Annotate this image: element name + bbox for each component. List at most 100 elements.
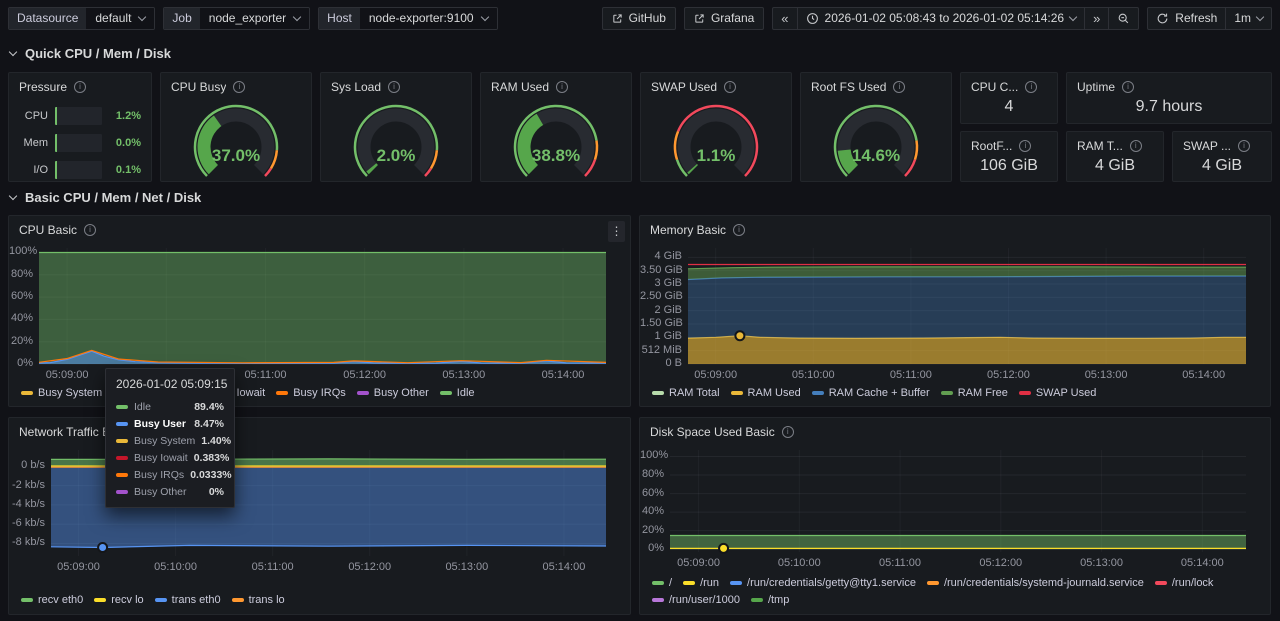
panel-disk-space-used-basic: Disk Space Used Basic 0%20%40%60%80%100%… (639, 417, 1271, 615)
legend-item[interactable]: Busy Other (357, 387, 429, 399)
legend-item[interactable]: RAM Total (652, 387, 720, 399)
legend-item[interactable]: RAM Cache + Buffer (812, 387, 930, 399)
host-dropdown[interactable]: Host node-exporter:9100 (318, 7, 497, 30)
hover-point-marker (98, 543, 107, 552)
info-icon[interactable] (733, 224, 745, 236)
pressure-label: I/O (21, 164, 48, 176)
info-icon[interactable] (724, 81, 736, 93)
stat-value: 4 GiB (1173, 154, 1271, 177)
panel-title[interactable]: SWAP ... (1183, 139, 1231, 153)
panel-title[interactable]: SWAP Used (651, 80, 717, 94)
series-color-swatch (440, 391, 452, 395)
legend-item[interactable]: recv eth0 (21, 594, 83, 606)
time-range-picker[interactable]: 2026-01-02 05:08:43 to 2026-01-02 05:14:… (797, 8, 1085, 29)
github-link-button[interactable]: GitHub (602, 7, 676, 30)
panel-title[interactable]: Sys Load (331, 80, 381, 94)
info-icon[interactable] (1130, 140, 1142, 152)
grafana-dashboard: Datasource default Job node_exporter Hos… (0, 0, 1280, 621)
y-axis-tick: 20% (9, 335, 33, 347)
panel-title[interactable]: Pressure (19, 80, 67, 94)
panel-title[interactable]: CPU Busy (171, 80, 226, 94)
network-traffic-chart[interactable]: 0 b/s-2 kb/s-4 kb/s-6 kb/s-8 kb/s05:09:0… (9, 444, 614, 574)
cpu-basic-chart[interactable]: 0%20%40%60%80%100%05:09:0005:10:0005:11:… (9, 242, 614, 382)
info-icon[interactable] (1122, 81, 1134, 93)
panel-title[interactable]: RootF... (971, 139, 1012, 153)
section-quick-cpu-mem-disk[interactable]: Quick CPU / Mem / Disk (10, 46, 171, 61)
info-icon[interactable] (84, 224, 96, 236)
job-dropdown[interactable]: Job node_exporter (163, 7, 310, 30)
zoom-out-button[interactable] (1108, 8, 1138, 29)
info-icon[interactable] (1238, 140, 1250, 152)
info-icon[interactable] (782, 426, 794, 438)
y-axis-tick: 20% (640, 524, 664, 536)
legend-item[interactable]: Idle (440, 387, 475, 399)
memory-basic-legend: RAM Total RAM Used RAM Cache + Buffer RAM F… (652, 387, 1262, 399)
info-icon[interactable] (556, 81, 568, 93)
host-label: Host (319, 8, 360, 29)
info-icon[interactable] (233, 81, 245, 93)
section-title: Basic CPU / Mem / Net / Disk (25, 190, 201, 205)
panel-title[interactable]: CPU C... (971, 80, 1018, 94)
chevron-down-icon (293, 12, 301, 20)
panel-title[interactable]: RAM Used (491, 80, 549, 94)
info-icon[interactable] (388, 81, 400, 93)
legend-item[interactable]: / (652, 577, 672, 589)
legend-item[interactable]: /run/credentials/getty@tty1.service (730, 577, 916, 589)
panel-menu-button[interactable]: ⋮ (608, 221, 625, 242)
legend-label: recv lo (111, 594, 143, 606)
section-basic-cpu-mem-net-disk[interactable]: Basic CPU / Mem / Net / Disk (10, 190, 201, 205)
info-icon[interactable] (1025, 81, 1037, 93)
y-axis-tick: 60% (9, 290, 33, 302)
refresh-interval-dropdown[interactable]: 1m (1225, 8, 1271, 29)
refresh-icon (1156, 12, 1169, 25)
panel-title[interactable]: Uptime (1077, 80, 1115, 94)
gauge-arc: 38.8% (492, 95, 620, 177)
legend-item[interactable]: RAM Free (941, 387, 1008, 399)
shift-back-icon: « (781, 11, 788, 26)
panel-title[interactable]: CPU Basic (19, 223, 77, 237)
disk-space-chart[interactable]: 0%20%40%60%80%100%05:09:0005:10:0005:11:… (640, 444, 1254, 570)
panel-uptime: Uptime 9.7 hours (1066, 72, 1272, 124)
panel-rootfs-total: RootF... 106 GiB (960, 131, 1058, 182)
github-link-label: GitHub (629, 11, 666, 25)
chevron-down-icon (480, 12, 488, 20)
y-axis-tick: 80% (9, 268, 33, 280)
legend-item[interactable]: trans eth0 (155, 594, 221, 606)
time-shift-back-button[interactable]: « (773, 8, 796, 29)
pressure-bar-fill (55, 161, 57, 179)
stat-value: 4 (961, 95, 1057, 119)
legend-item[interactable]: /run (683, 577, 719, 589)
legend-item[interactable]: SWAP Used (1019, 387, 1097, 399)
info-icon[interactable] (893, 81, 905, 93)
memory-basic-chart[interactable]: 4 GiB3.50 GiB3 GiB2.50 GiB2 GiB1.50 GiB1… (640, 242, 1254, 382)
datasource-dropdown[interactable]: Datasource default (8, 7, 155, 30)
info-icon[interactable] (1019, 140, 1031, 152)
clock-icon (806, 12, 819, 25)
panel-title[interactable]: RAM T... (1077, 139, 1123, 153)
x-axis-tick: 05:14:00 (532, 561, 596, 573)
legend-item[interactable]: /run/credentials/systemd-journald.servic… (927, 577, 1144, 589)
refresh-button[interactable]: Refresh (1148, 8, 1225, 29)
grafana-link-button[interactable]: Grafana (684, 7, 764, 30)
time-shift-forward-button[interactable]: » (1084, 8, 1108, 29)
chart-canvas (9, 444, 614, 574)
legend-item[interactable]: /run/lock (1155, 577, 1214, 589)
pressure-bar-fill (55, 134, 57, 152)
legend-item[interactable]: Busy System (21, 387, 102, 399)
series-color-swatch (232, 598, 244, 602)
legend-item[interactable]: /run/user/1000 (652, 594, 740, 606)
root-fs-used-gauge: 14.6% (801, 95, 951, 177)
legend-item[interactable]: recv lo (94, 594, 143, 606)
series-label: Busy Iowait (134, 452, 188, 464)
legend-item[interactable]: Busy IRQs (276, 387, 346, 399)
legend-item[interactable]: /tmp (751, 594, 789, 606)
panel-title[interactable]: Disk Space Used Basic (650, 425, 775, 439)
series-value: 0.0333% (190, 469, 231, 481)
panel-title[interactable]: Root FS Used (811, 80, 886, 94)
x-axis-tick: 05:14:00 (531, 369, 595, 381)
legend-item[interactable]: trans lo (232, 594, 285, 606)
panel-title[interactable]: Memory Basic (650, 223, 726, 237)
legend-item[interactable]: RAM Used (731, 387, 801, 399)
info-icon[interactable] (74, 81, 86, 93)
legend-label: RAM Free (958, 387, 1008, 399)
